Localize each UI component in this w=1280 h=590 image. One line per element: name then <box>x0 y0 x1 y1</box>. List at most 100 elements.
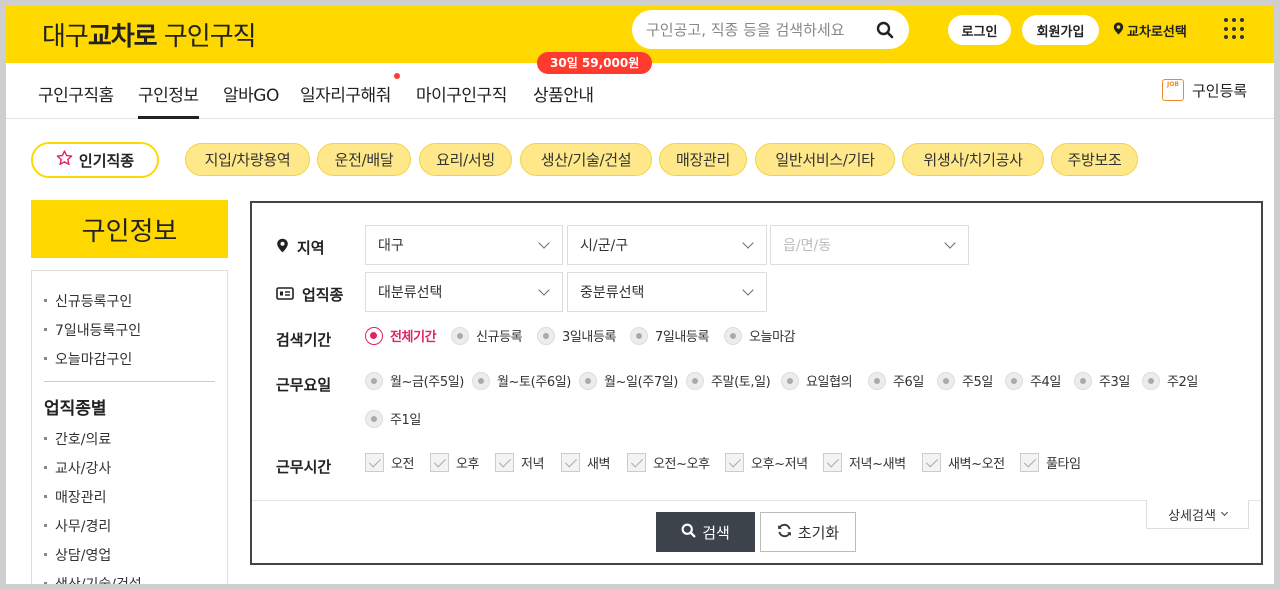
search-icon[interactable] <box>876 21 894 39</box>
popular-jobs-label: 인기직종 <box>78 151 135 170</box>
search-input[interactable] <box>646 20 870 39</box>
nav-item-find-job[interactable]: 일자리구해줘 <box>300 81 391 106</box>
workday-option[interactable]: 월~금(주5일) <box>365 371 464 390</box>
sidebar-category[interactable]: 매장관리 <box>44 487 107 507</box>
workday-option[interactable]: 월~토(주6일) <box>472 371 571 390</box>
worktime-option-label: 새벽~오전 <box>948 457 1005 472</box>
checkbox[interactable] <box>430 453 449 472</box>
period-option[interactable]: 7일내등록 <box>630 326 710 345</box>
workday-option[interactable]: 주3일 <box>1074 371 1130 390</box>
radio[interactable] <box>1142 371 1160 390</box>
worktime-option[interactable]: 풀타임 <box>1020 453 1081 472</box>
radio[interactable] <box>1005 371 1023 390</box>
radio[interactable] <box>937 371 955 390</box>
radio[interactable] <box>1074 371 1092 390</box>
period-option-label: 전체기간 <box>390 330 437 345</box>
workday-option[interactable]: 주5일 <box>937 371 993 390</box>
workday-option[interactable]: 요일협의 <box>781 371 853 390</box>
promo-badge: 30일 59,000원 <box>537 52 653 74</box>
radio[interactable] <box>365 371 383 390</box>
job-register-button[interactable]: JOB 구인등록 <box>1162 79 1247 101</box>
radio[interactable] <box>630 326 648 345</box>
popular-jobs-button[interactable]: 인기직종 <box>31 142 159 178</box>
map-pin-icon <box>1113 22 1124 39</box>
worktime-option[interactable]: 새벽 <box>561 453 611 472</box>
chip-job-category[interactable]: 위생사/치기공사 <box>902 143 1044 176</box>
search-button[interactable]: 검색 <box>656 512 755 552</box>
nav-item-job-info[interactable]: 구인정보 <box>138 81 199 119</box>
login-button[interactable]: 로그인 <box>948 15 1011 45</box>
nav-item-products[interactable]: 상품안내 <box>533 81 594 106</box>
worktime-option[interactable]: 오전~오후 <box>627 453 710 472</box>
radio[interactable] <box>781 371 799 390</box>
sidebar-link-7days[interactable]: 7일내등록구인 <box>44 320 141 340</box>
period-option[interactable]: 전체기간 <box>365 326 437 345</box>
region-select-button[interactable]: 교차로선택 <box>1113 21 1187 40</box>
checkbox[interactable] <box>922 453 941 472</box>
chip-job-category[interactable]: 운전/배달 <box>317 143 411 176</box>
sidebar-category[interactable]: 간호/의료 <box>44 429 111 449</box>
job-minor-select[interactable]: 중분류선택 <box>567 272 767 312</box>
checkbox[interactable] <box>823 453 842 472</box>
chip-job-category[interactable]: 주방보조 <box>1051 143 1138 176</box>
worktime-option[interactable]: 저녁 <box>495 453 545 472</box>
nav-item-albago[interactable]: 알바GO <box>223 81 279 106</box>
checkbox[interactable] <box>365 453 384 472</box>
detail-search-button[interactable]: 상세검색 <box>1146 500 1249 529</box>
worktime-option[interactable]: 오후~저녁 <box>725 453 808 472</box>
radio[interactable] <box>537 326 555 345</box>
region-town-select[interactable]: 읍/면/동 <box>770 225 969 265</box>
sidebar-link-today[interactable]: 오늘마감구인 <box>44 349 132 369</box>
radio[interactable] <box>868 371 886 390</box>
workday-option[interactable]: 주1일 <box>365 409 421 428</box>
sidebar-link-new[interactable]: 신규등록구인 <box>44 291 132 311</box>
all-menu-grid-icon[interactable] <box>1224 18 1246 40</box>
sidebar-category[interactable]: 생산/기술/건설 <box>44 574 142 584</box>
signup-button[interactable]: 회원가입 <box>1022 15 1099 45</box>
site-logo[interactable]: 대구교차로 구인구직 <box>42 16 257 53</box>
period-option[interactable]: 신규등록 <box>451 326 523 345</box>
workday-option[interactable]: 월~일(주7일) <box>579 371 678 390</box>
checkbox[interactable] <box>627 453 646 472</box>
job-minor-value: 중분류선택 <box>580 285 645 301</box>
checkbox[interactable] <box>1020 453 1039 472</box>
checkbox[interactable] <box>725 453 744 472</box>
workday-option[interactable]: 주6일 <box>868 371 924 390</box>
radio-checked[interactable] <box>365 326 383 345</box>
nav-item-home[interactable]: 구인구직홈 <box>38 81 114 106</box>
radio[interactable] <box>686 371 704 390</box>
chip-job-category[interactable]: 요리/서빙 <box>419 143 512 176</box>
region-province-select[interactable]: 대구 <box>365 225 563 265</box>
worktime-option[interactable]: 저녁~새벽 <box>823 453 906 472</box>
radio[interactable] <box>579 371 597 390</box>
radio[interactable] <box>451 326 469 345</box>
job-type-label: 업직종 <box>302 286 344 304</box>
region-city-select[interactable]: 시/군/구 <box>567 225 767 265</box>
checkbox[interactable] <box>495 453 514 472</box>
checkbox[interactable] <box>561 453 580 472</box>
job-major-select[interactable]: 대분류선택 <box>365 272 563 312</box>
radio[interactable] <box>472 371 490 390</box>
reset-button[interactable]: 초기화 <box>760 512 856 552</box>
workday-option-label: 주말(토,일) <box>711 375 771 390</box>
radio[interactable] <box>365 409 383 428</box>
chip-job-category[interactable]: 지입/차량용역 <box>185 143 310 176</box>
worktime-option-label: 저녁 <box>521 457 545 472</box>
workday-option[interactable]: 주4일 <box>1005 371 1061 390</box>
sidebar-category[interactable]: 상담/영업 <box>44 545 111 565</box>
sidebar-category[interactable]: 교사/강사 <box>44 458 111 478</box>
sidebar-category[interactable]: 사무/경리 <box>44 516 111 536</box>
nav-item-my-page[interactable]: 마이구인구직 <box>416 81 507 106</box>
chip-job-category[interactable]: 생산/기술/건설 <box>520 143 652 176</box>
period-option[interactable]: 3일내등록 <box>537 326 617 345</box>
refresh-icon <box>777 523 792 542</box>
worktime-option[interactable]: 오전 <box>365 453 415 472</box>
chip-job-category[interactable]: 매장관리 <box>659 143 747 176</box>
radio[interactable] <box>724 326 742 345</box>
chip-job-category[interactable]: 일반서비스/기타 <box>755 143 895 176</box>
workday-option[interactable]: 주2일 <box>1142 371 1198 390</box>
workday-option[interactable]: 주말(토,일) <box>686 371 771 390</box>
period-option[interactable]: 오늘마감 <box>724 326 796 345</box>
worktime-option[interactable]: 오후 <box>430 453 480 472</box>
worktime-option[interactable]: 새벽~오전 <box>922 453 1005 472</box>
